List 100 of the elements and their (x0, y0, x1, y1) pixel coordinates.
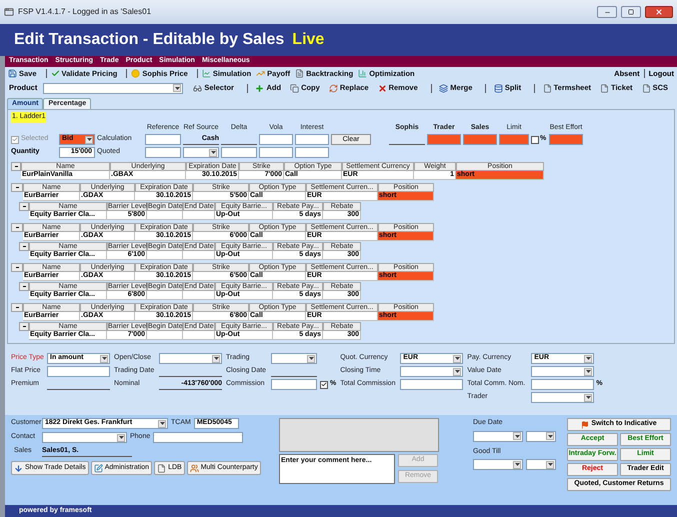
checkbox[interactable] (320, 380, 328, 388)
chart-icon (202, 69, 211, 78)
minus-icon (22, 286, 26, 287)
dropdown-arrow-icon (513, 460, 521, 468)
dropdown-arrow-icon (546, 460, 554, 468)
phone-field[interactable] (153, 432, 244, 443)
dropdown-arrow-icon (173, 84, 182, 92)
dropdown[interactable] (526, 430, 556, 442)
dropdown-arrow-icon (158, 420, 166, 428)
dropdown[interactable] (183, 147, 219, 158)
dropdown[interactable] (473, 459, 523, 470)
dropdown[interactable] (531, 392, 594, 403)
plus-icon (255, 84, 264, 92)
maximize-button[interactable] (621, 6, 641, 18)
dropdown-arrow-icon (307, 354, 315, 362)
cylinder-icon (494, 84, 503, 92)
document-icon (600, 84, 610, 92)
arrow-down-icon (14, 464, 23, 472)
input-field[interactable] (531, 379, 594, 390)
close-icon (655, 8, 663, 16)
table-cell (183, 251, 215, 260)
input-field[interactable] (47, 366, 110, 377)
dropdown-arrow-icon (513, 432, 521, 440)
collapse-button[interactable] (19, 322, 29, 331)
document-icon (295, 69, 304, 78)
input-field[interactable] (259, 134, 293, 145)
check-icon (50, 69, 60, 78)
flag-icon (581, 420, 590, 428)
dropdown-arrow-icon (209, 148, 217, 156)
minus-icon (22, 326, 26, 327)
table-cell (147, 211, 183, 220)
status-label: Live (292, 30, 324, 50)
line-graph-icon (256, 69, 266, 78)
copy-icon (290, 84, 300, 92)
maximize-icon (628, 9, 634, 15)
coin-icon (131, 69, 140, 78)
input-field[interactable] (259, 147, 293, 158)
minus-icon (22, 246, 26, 247)
collapse-button[interactable] (11, 263, 23, 272)
page-title: Edit Transaction - Editable by Sales (14, 30, 284, 50)
input-field[interactable] (145, 134, 181, 145)
checkbox[interactable] (531, 136, 539, 144)
document-icon (642, 84, 651, 92)
minus-icon (16, 227, 18, 228)
layers-icon (439, 84, 448, 92)
input-field[interactable] (463, 134, 497, 145)
dropdown-arrow-icon (212, 354, 220, 362)
dropdown-arrow-icon (546, 432, 554, 440)
save-icon (8, 69, 17, 78)
window-title: FSP V1.4.1.7 - Logged in as 'Sales01 (18, 6, 152, 18)
dropdown-arrow-icon (453, 354, 462, 362)
dropdown-arrow-icon (584, 394, 592, 402)
document-icon (542, 84, 552, 92)
dropdown[interactable] (400, 366, 464, 377)
dropdown[interactable] (271, 353, 317, 364)
minus-icon (16, 187, 18, 188)
table-cell (147, 251, 183, 260)
collapse-button[interactable] (11, 223, 23, 232)
table-cell (147, 291, 183, 300)
table-cell (183, 291, 215, 300)
input-field[interactable] (295, 134, 329, 145)
collapse-button[interactable] (19, 242, 29, 251)
collapse-button[interactable] (11, 162, 21, 171)
glasses-icon (193, 84, 202, 92)
minus-icon (16, 267, 18, 268)
input-field[interactable] (221, 147, 257, 158)
input-field[interactable] (427, 134, 461, 145)
table-cell (183, 211, 215, 220)
document-icon (157, 464, 166, 472)
refresh-icon (328, 84, 338, 92)
edit-icon (94, 464, 103, 472)
bar-chart-icon (358, 69, 368, 78)
dropdown[interactable] (531, 366, 594, 377)
dropdown-arrow-icon (85, 136, 93, 144)
dropdown-arrow-icon (453, 368, 462, 376)
input-field[interactable] (549, 134, 583, 145)
dropdown-arrow-icon (117, 434, 125, 442)
table-cell (147, 331, 183, 340)
minus-icon (14, 166, 18, 167)
input-field[interactable] (271, 379, 317, 390)
dropdown-arrow-icon (584, 368, 592, 376)
close-icon (378, 84, 387, 92)
dropdown-arrow-icon (100, 354, 108, 362)
close-button[interactable] (645, 6, 673, 18)
collapse-button[interactable] (19, 282, 29, 291)
input-field[interactable] (400, 379, 464, 390)
collapse-button[interactable] (11, 303, 23, 312)
app-icon (4, 7, 14, 17)
dropdown[interactable] (473, 430, 523, 442)
dropdown[interactable] (526, 459, 556, 470)
collapse-button[interactable] (19, 202, 29, 211)
people-icon (190, 464, 199, 472)
dropdown[interactable] (159, 353, 222, 364)
input-field[interactable] (295, 147, 329, 158)
contact-dropdown[interactable] (42, 432, 127, 443)
input-field[interactable] (145, 147, 181, 158)
table-cell (183, 331, 215, 340)
product-dropdown[interactable] (43, 82, 184, 94)
collapse-button[interactable] (11, 183, 23, 192)
input-field[interactable] (499, 134, 529, 145)
